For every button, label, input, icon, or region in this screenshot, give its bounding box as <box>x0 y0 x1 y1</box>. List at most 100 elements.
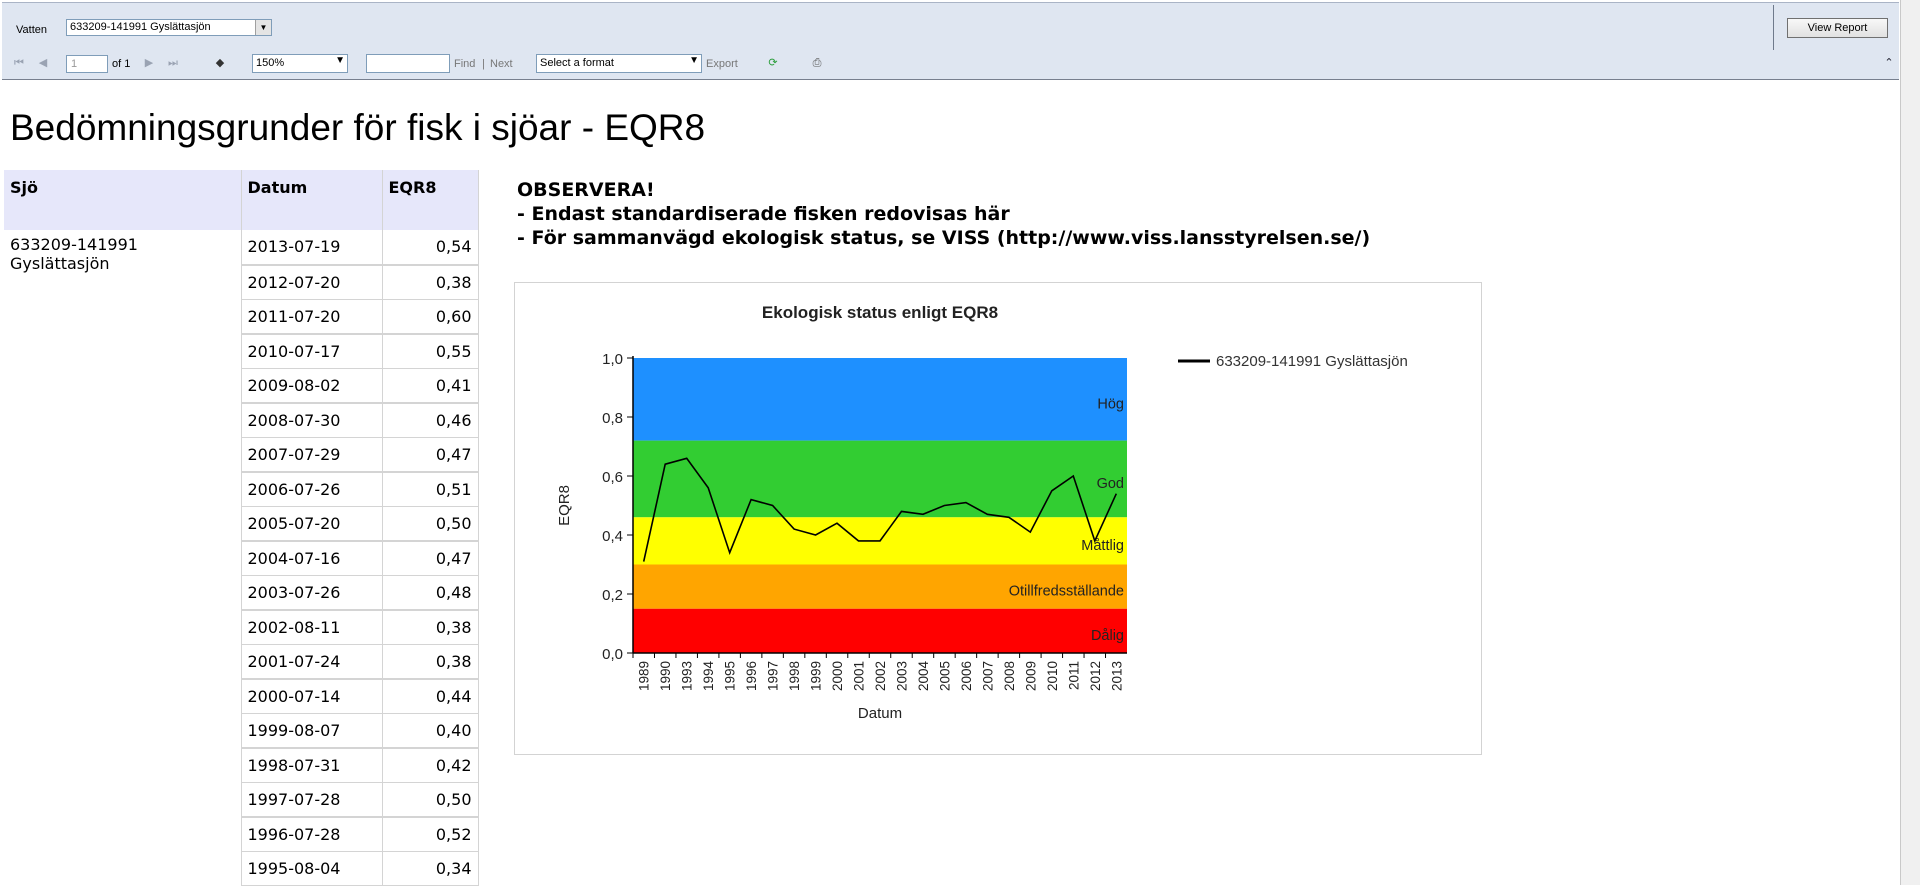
datum-cell: 1999-08-07 <box>241 713 383 748</box>
vatten-selected-value: 633209-141991 Gyslättasjön <box>70 21 211 33</box>
observera-line: - Endast standardiserade fisken redovisa… <box>517 203 1010 225</box>
lake-name-cell: 633209-141991 Gyslättasjön <box>4 230 242 886</box>
column-header-eqr8: EQR8 <box>382 170 479 230</box>
datum-cell: 2006-07-26 <box>241 470 383 507</box>
legend-label: 633209-141991 Gyslättasjön <box>1216 353 1408 370</box>
datum-cell: 2008-07-30 <box>241 401 383 438</box>
chevron-down-icon: ▼ <box>689 55 699 66</box>
datum-cell: 1998-07-31 <box>241 746 383 783</box>
datum-cell: 2012-07-20 <box>241 263 383 300</box>
datum-cell: 2009-08-02 <box>241 368 383 403</box>
table-row: 633209-141991 Gyslättasjön 2013-07-19 0,54 <box>4 230 479 886</box>
x-tick-label: 2005 <box>937 661 952 691</box>
eqr8-cell: 0,42 <box>382 746 479 783</box>
eqr8-cell: 0,48 <box>382 575 479 610</box>
eqr8-cell: 0,38 <box>382 608 479 645</box>
vertical-scrollbar[interactable] <box>1900 0 1920 885</box>
lake-id: 633209-141991 <box>10 235 138 254</box>
column-header-sjo: Sjö <box>4 170 242 230</box>
next-link[interactable]: Next <box>490 58 513 70</box>
page-number-input[interactable]: 1 <box>66 55 108 73</box>
first-page-icon[interactable]: ⏮ <box>12 56 26 70</box>
page-number-value: 1 <box>71 58 78 70</box>
eqr8-cell: 0,50 <box>382 506 479 541</box>
band-label: Dålig <box>1091 628 1124 644</box>
x-tick-label: 1996 <box>744 661 759 691</box>
x-tick-label: 1990 <box>658 661 673 691</box>
eqr8-cell: 0,60 <box>382 299 479 334</box>
x-tick-label: 1995 <box>723 661 738 691</box>
datum-cell: 2013-07-19 <box>241 230 383 265</box>
export-format-select[interactable]: Select a format ▼ <box>536 54 702 73</box>
datum-cell: 1995-08-04 <box>241 851 383 886</box>
eqr8-cell: 0,54 <box>382 230 479 265</box>
band-label: Hög <box>1097 396 1124 412</box>
datum-cell: 2007-07-29 <box>241 437 383 472</box>
x-tick-label: 1993 <box>680 661 695 691</box>
zoom-value: 150% <box>256 57 285 69</box>
y-tick-label: 1,0 <box>602 351 623 368</box>
eqr8-cell: 0,52 <box>382 815 479 852</box>
datum-cell: 2001-07-24 <box>241 644 383 679</box>
x-tick-label: 2001 <box>852 661 867 691</box>
datum-cell: 2010-07-17 <box>241 332 383 369</box>
x-tick-label: 1998 <box>787 661 802 691</box>
datum-cell: 1997-07-28 <box>241 782 383 817</box>
datum-cell: 2011-07-20 <box>241 299 383 334</box>
export-link[interactable]: Export <box>706 58 738 70</box>
y-tick-label: 0,8 <box>602 410 623 427</box>
x-tick-label: 2011 <box>1066 661 1081 690</box>
eqr8-cell: 0,44 <box>382 677 479 714</box>
eqr8-cell: 0,41 <box>382 368 479 403</box>
back-icon[interactable]: ◆ <box>213 56 227 70</box>
collapse-icon[interactable]: ⌃ <box>1882 56 1896 70</box>
table-header-row: Sjö Datum EQR8 <box>4 170 479 230</box>
report-toolbar: ⏮ ◀ 1 of 1 ▶ ⏭ ◆ 150% ▼ Find | Next Sele… <box>2 50 1899 80</box>
band-label: Otillfredsställande <box>1009 584 1124 600</box>
y-axis-label: EQR8 <box>556 485 573 526</box>
eqr8-cell: 0,40 <box>382 713 479 748</box>
vatten-dropdown[interactable]: 633209-141991 Gyslättasjön ▼ <box>66 19 272 36</box>
eqr8-chart: Ekologisk status enligt EQR8 Hög God Måttli… <box>556 303 1408 722</box>
separator: | <box>482 58 485 70</box>
x-tick-label: 2013 <box>1109 661 1124 691</box>
y-tick-label: 0,2 <box>602 587 623 604</box>
eqr8-cell: 0,38 <box>382 263 479 300</box>
datum-cell: 1996-07-28 <box>241 815 383 852</box>
x-tick-label: 2002 <box>873 661 888 691</box>
observera-line: - För sammanvägd ekologisk status, se VI… <box>517 227 1371 249</box>
print-icon[interactable]: ⎙ <box>810 56 824 70</box>
next-page-icon[interactable]: ▶ <box>142 56 156 70</box>
chevron-down-icon[interactable]: ▼ <box>255 20 271 35</box>
x-tick-label: 2004 <box>916 661 931 692</box>
find-input[interactable] <box>366 54 450 73</box>
y-tick-label: 0,6 <box>602 469 623 486</box>
x-tick-label: 2010 <box>1045 661 1060 691</box>
column-header-datum: Datum <box>241 170 383 230</box>
view-report-button[interactable]: View Report <box>1787 18 1888 38</box>
eqr8-cell: 0,47 <box>382 437 479 472</box>
x-tick-label: 1997 <box>766 661 781 691</box>
x-tick-label: 1989 <box>637 661 652 691</box>
vatten-label: Vatten <box>16 24 47 36</box>
x-tick-label: 2003 <box>894 661 909 691</box>
chevron-down-icon: ▼ <box>335 55 345 66</box>
eqr8-cell: 0,47 <box>382 539 479 576</box>
eqr8-cell: 0,50 <box>382 782 479 817</box>
datum-cell: 2000-07-14 <box>241 677 383 714</box>
y-tick-label: 0,0 <box>602 646 623 663</box>
find-link[interactable]: Find <box>454 58 475 70</box>
last-page-icon[interactable]: ⏭ <box>166 56 180 70</box>
zoom-select[interactable]: 150% ▼ <box>252 54 348 73</box>
parameter-area: Vatten 633209-141991 Gyslättasjön ▼ View… <box>2 2 1899 52</box>
datum-cell: 2004-07-16 <box>241 539 383 576</box>
refresh-icon[interactable]: ⟳ <box>766 56 780 70</box>
y-tick-label: 0,4 <box>602 528 623 545</box>
eqr8-cell: 0,51 <box>382 470 479 507</box>
lake-name: Gyslättasjön <box>10 254 110 273</box>
page-count-label: of 1 <box>112 58 131 70</box>
previous-page-icon[interactable]: ◀ <box>36 56 50 70</box>
x-tick-label: 2007 <box>980 661 995 691</box>
datum-cell: 2002-08-11 <box>241 608 383 645</box>
x-tick-label: 2008 <box>1002 661 1017 691</box>
